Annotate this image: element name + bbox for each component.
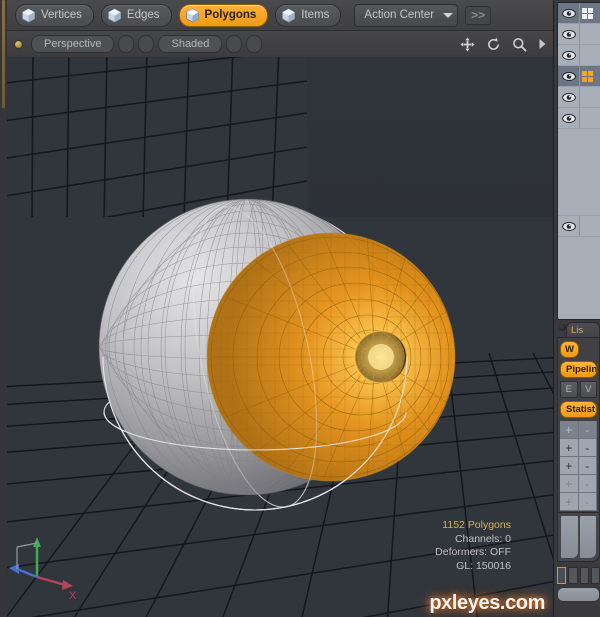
mode-tab-label: Polygons xyxy=(204,9,257,21)
list-item[interactable] xyxy=(558,66,600,87)
table-row[interactable]: + - xyxy=(560,457,597,475)
3d-viewport[interactable]: X 1152 Polygons Channels: 0 Deformers: O… xyxy=(7,57,553,617)
sidebar-bottom xyxy=(557,512,600,602)
list-item-content xyxy=(580,24,600,44)
color-swatch[interactable] xyxy=(568,566,578,584)
eye-icon[interactable] xyxy=(558,24,580,44)
viewport-menu-dot[interactable] xyxy=(15,40,22,48)
action-center-dropdown[interactable]: Action Center xyxy=(354,3,459,27)
plus-button[interactable]: + xyxy=(560,493,579,510)
table-row[interactable]: + - xyxy=(560,493,597,511)
eye-icon[interactable] xyxy=(558,45,580,65)
color-swatch-row xyxy=(557,566,600,584)
item-list-panel[interactable] xyxy=(557,2,600,320)
bottom-bar-button[interactable] xyxy=(557,587,600,602)
list-item-content xyxy=(580,45,600,65)
shading-mode-dropdown[interactable]: Shaded xyxy=(158,35,223,53)
mode-tab-label: Items xyxy=(301,9,330,21)
watermark: pxleyes.com xyxy=(429,592,545,614)
ev-button-row: E V xyxy=(560,381,597,398)
plus-button[interactable]: + xyxy=(560,457,579,474)
mode-tab-polygons[interactable]: Polygons xyxy=(178,3,269,27)
e-button[interactable]: E xyxy=(560,381,578,398)
v-button[interactable]: V xyxy=(579,381,597,398)
view-option-blank-b[interactable] xyxy=(138,35,155,53)
minus-button[interactable]: - xyxy=(578,457,597,474)
cube-icon xyxy=(107,8,122,23)
tab-lists[interactable]: Lis xyxy=(566,322,600,338)
pipeline-button[interactable]: Pipelin xyxy=(560,361,597,378)
axis-x-label: X xyxy=(69,590,77,602)
viewport-header: Perspective Shaded xyxy=(7,31,561,58)
preview-slab-a xyxy=(561,516,578,558)
lists-panel-body: W Pipelin E V Statist + - + - + - + - + … xyxy=(557,337,600,515)
left-strip-highlight xyxy=(2,0,5,108)
color-swatch[interactable] xyxy=(579,566,589,584)
table-row[interactable]: + - xyxy=(560,439,597,457)
list-item[interactable] xyxy=(558,108,600,129)
more-button[interactable]: >> xyxy=(465,5,492,25)
3d-scene: X xyxy=(7,57,553,617)
rotate-icon[interactable] xyxy=(486,37,501,52)
list-item-content xyxy=(580,216,600,236)
list-item[interactable] xyxy=(558,216,600,237)
eye-icon[interactable] xyxy=(558,66,580,86)
eye-icon[interactable] xyxy=(558,108,580,128)
cube-icon xyxy=(21,8,36,23)
mode-tab-items[interactable]: Items xyxy=(275,3,342,27)
play-icon[interactable] xyxy=(538,38,547,50)
list-item[interactable] xyxy=(558,24,600,45)
list-item-content xyxy=(580,87,600,107)
mode-tab-vertices[interactable]: Vertices xyxy=(15,3,94,27)
statistics-grid: + - + - + - + - + - xyxy=(560,421,597,511)
chevron-down-icon xyxy=(443,12,454,18)
mesh-icon-white xyxy=(580,3,600,23)
application-window: Vertices Edges Polygons Items Action Cen… xyxy=(0,0,600,617)
eye-icon[interactable] xyxy=(558,216,580,236)
eye-icon[interactable] xyxy=(558,87,580,107)
mode-tab-label: Edges xyxy=(126,9,160,21)
plus-button[interactable]: + xyxy=(560,439,579,456)
pan-icon[interactable] xyxy=(460,37,475,52)
preview-box[interactable] xyxy=(557,512,600,562)
right-sidebar: Lis W Pipelin E V Statist + - + - + - + … xyxy=(553,0,600,617)
view-option-blank-c[interactable] xyxy=(226,35,243,53)
cube-icon xyxy=(281,8,296,23)
color-swatch-selected[interactable] xyxy=(557,566,567,584)
plus-button[interactable]: + xyxy=(560,475,579,492)
minus-button[interactable]: - xyxy=(578,439,597,456)
view-option-blank-d[interactable] xyxy=(246,35,263,53)
table-row[interactable]: + - xyxy=(560,421,597,439)
eye-icon[interactable] xyxy=(558,3,580,23)
selected-polygons xyxy=(206,232,456,482)
mode-toolbar: Vertices Edges Polygons Items Action Cen… xyxy=(7,0,561,31)
lists-panel: Lis W Pipelin E V Statist + - + - + - + … xyxy=(557,322,600,515)
panel-menu-dot[interactable] xyxy=(559,324,566,331)
mode-tab-label: Vertices xyxy=(41,9,82,21)
color-swatch[interactable] xyxy=(590,566,600,584)
mesh-icon-orange xyxy=(580,66,600,86)
list-item[interactable] xyxy=(558,45,600,66)
list-empty-area[interactable] xyxy=(558,129,600,216)
list-item[interactable] xyxy=(558,3,600,24)
view-mode-dropdown[interactable]: Perspective xyxy=(31,35,115,53)
statistics-button[interactable]: Statist xyxy=(560,401,597,418)
viewport-tool-icons xyxy=(460,31,547,57)
preview-slab-b xyxy=(579,516,596,558)
zoom-icon[interactable] xyxy=(512,37,527,52)
list-item[interactable] xyxy=(558,87,600,108)
table-row[interactable]: + - xyxy=(560,475,597,493)
list-item-content xyxy=(580,108,600,128)
action-center-label: Action Center xyxy=(364,9,435,21)
minus-button[interactable]: - xyxy=(578,475,597,492)
mode-tab-edges[interactable]: Edges xyxy=(100,3,172,27)
minus-button[interactable]: - xyxy=(578,421,597,438)
cube-icon xyxy=(185,8,200,23)
plus-button[interactable]: + xyxy=(560,421,579,438)
view-option-blank-a[interactable] xyxy=(118,35,135,53)
minus-button[interactable]: - xyxy=(578,493,597,510)
w-button[interactable]: W xyxy=(560,341,579,358)
